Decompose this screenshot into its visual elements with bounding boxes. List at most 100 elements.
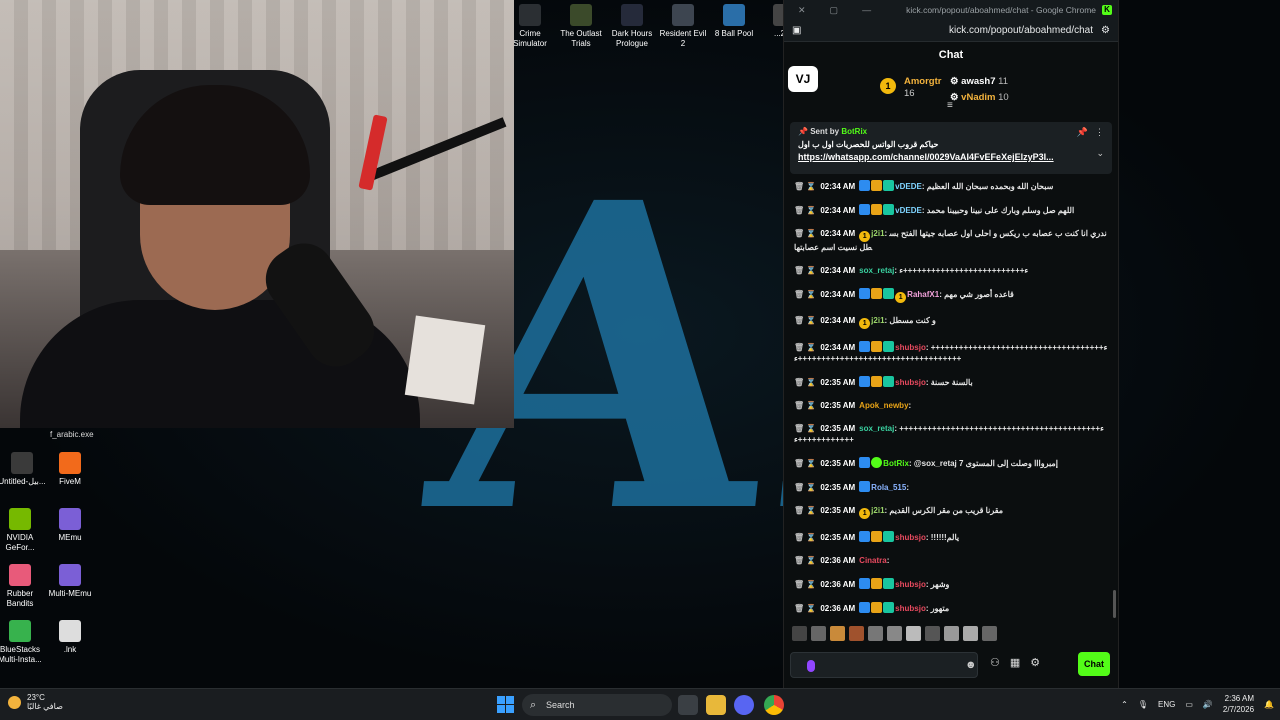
message-username[interactable]: sox_retaj xyxy=(859,266,894,275)
emote-icon[interactable] xyxy=(792,626,807,641)
message-username[interactable]: shubsjo xyxy=(895,533,926,542)
close-icon[interactable]: ✕ xyxy=(798,5,806,16)
desktop-icon[interactable]: Untitled-بيل... xyxy=(0,452,46,487)
mod-tools-icon[interactable]: 🗑 ⌛ xyxy=(794,556,816,565)
discord-icon[interactable] xyxy=(734,695,754,715)
mod-tools-icon[interactable]: 🗑 ⌛ xyxy=(794,459,816,468)
emote-icon[interactable] xyxy=(982,626,997,641)
send-chat-button[interactable]: Chat xyxy=(1078,652,1110,676)
vj-logo-icon[interactable]: VJ xyxy=(788,66,818,92)
chat-input[interactable]: ☻ xyxy=(790,652,978,678)
weather-widget[interactable]: 23°C صافي غالبًا xyxy=(8,693,63,711)
chat-message[interactable]: 🗑 ⌛ 02:36 AM shubsjo: وشهر xyxy=(794,578,1108,590)
chevron-up-icon[interactable]: ⌃ xyxy=(1121,700,1128,709)
mod-tools-icon[interactable]: 🗑 ⌛ xyxy=(794,604,816,613)
message-username[interactable]: shubsjo xyxy=(895,343,926,352)
message-username[interactable]: j2i1 xyxy=(871,506,884,515)
mod-tools-icon[interactable]: 🗑 ⌛ xyxy=(794,424,816,433)
settings-icon[interactable]: ⚙ xyxy=(1030,656,1040,669)
emote-icon[interactable] xyxy=(944,626,959,641)
windows-start-icon[interactable] xyxy=(497,696,514,713)
chat-message[interactable]: 🗑 ⌛ 02:34 AM shubsjo: ء+++++++++++++++++++… xyxy=(794,341,1108,364)
chrome-icon[interactable] xyxy=(764,695,784,715)
maximize-icon[interactable]: ▢ xyxy=(830,5,839,16)
notification-bell-icon[interactable]: 🔔 xyxy=(1264,700,1274,709)
emote-icon[interactable] xyxy=(811,626,826,641)
desktop-icon[interactable]: Dark Hours Prologue xyxy=(608,4,656,49)
message-username[interactable]: Rola_515 xyxy=(871,483,906,492)
emote-icon[interactable] xyxy=(963,626,978,641)
emote-icon[interactable] xyxy=(906,626,921,641)
emoji-icon[interactable]: ☻ xyxy=(965,659,977,671)
chat-message[interactable]: 🗑 ⌛ 02:35 AM sox_retaj: ء+++++++++++++++++… xyxy=(794,423,1108,445)
message-username[interactable]: Cinatra xyxy=(859,556,887,565)
chat-message[interactable]: 🗑 ⌛ 02:35 AM 1 j2i1: مقرنا قريب من مقر الكر… xyxy=(794,505,1108,519)
pinned-message[interactable]: 📌 Sent by BotRix حياكم قروب الواتس للحصر… xyxy=(790,122,1112,174)
chat-message[interactable]: 🗑 ⌛ 02:35 AM shubsjo: بالسنة حسنة xyxy=(794,376,1108,388)
url-text[interactable]: kick.com/popout/aboahmed/chat xyxy=(949,25,1093,36)
desktop-icon[interactable]: Resident Evil 2 xyxy=(659,4,707,49)
mod-tools-icon[interactable]: 🗑 ⌛ xyxy=(794,506,816,515)
gifter-3[interactable]: ⚙ vNadim 10 xyxy=(950,92,1009,103)
tune-icon[interactable]: ⚙ xyxy=(1101,25,1110,36)
site-info-icon[interactable]: ▣ xyxy=(792,25,801,36)
chat-message[interactable]: 🗑 ⌛ 02:35 AM Apok_newby: xyxy=(794,400,1108,411)
message-username[interactable]: shubsjo xyxy=(895,580,926,589)
message-username[interactable]: BotRix xyxy=(883,459,909,468)
mod-tools-icon[interactable]: 🗑 ⌛ xyxy=(794,290,816,299)
emote-icon[interactable] xyxy=(887,626,902,641)
mic-icon[interactable] xyxy=(807,660,815,672)
desktop-icon[interactable]: MEmu xyxy=(46,508,94,543)
desktop-icon[interactable]: BlueStacks Multi-Insta... xyxy=(0,620,44,665)
unpin-icon[interactable]: 📌 xyxy=(1077,127,1088,138)
mod-tools-icon[interactable]: 🗑 ⌛ xyxy=(794,580,816,589)
collapse-icon[interactable]: ≡ xyxy=(947,100,953,111)
taskbar-search[interactable]: ⌕ Search xyxy=(522,694,672,716)
message-username[interactable]: RahafX1 xyxy=(907,290,939,299)
mod-tools-icon[interactable]: 🗑 ⌛ xyxy=(794,378,816,387)
chat-message[interactable]: 🗑 ⌛ 02:34 AM vDEDE: سبحان الله وبحمده سبحا… xyxy=(794,180,1108,192)
message-username[interactable]: vDEDE xyxy=(895,206,922,215)
desktop-icon[interactable]: Multi-MEmu xyxy=(46,564,94,599)
microphone-tray-icon[interactable]: 🎙 xyxy=(1138,700,1148,709)
chat-message[interactable]: 🗑 ⌛ 02:36 AM shubsjo: متهور xyxy=(794,602,1108,614)
chat-message[interactable]: 🗑 ⌛ 02:34 AM vDEDE: اللهم صل وسلم وبارك عل… xyxy=(794,204,1108,216)
desktop-icon[interactable]: 8 Ball Pool xyxy=(710,4,758,39)
desktop-icon[interactable]: NVIDIA GeFor... xyxy=(0,508,44,553)
mod-tools-icon[interactable]: 🗑 ⌛ xyxy=(794,533,816,542)
chat-scrollbar[interactable] xyxy=(1113,590,1116,618)
store-icon[interactable]: ▦ xyxy=(1010,656,1020,669)
gifter-1[interactable]: 1 Amorgtr 16 xyxy=(880,76,941,99)
clock[interactable]: 2:36 AM 2/7/2026 xyxy=(1223,693,1254,715)
message-username[interactable]: shubsjo xyxy=(895,378,926,387)
more-options-icon[interactable]: ⋮ xyxy=(1095,127,1104,138)
emote-icon[interactable] xyxy=(868,626,883,641)
desktop-icon[interactable]: Rubber Bandits xyxy=(0,564,44,609)
chat-message[interactable]: 🗑 ⌛ 02:35 AM shubsjo: !!!!!!يالم xyxy=(794,531,1108,543)
task-view-icon[interactable] xyxy=(678,695,698,715)
emote-icon[interactable] xyxy=(849,626,864,641)
message-username[interactable]: j2i1 xyxy=(871,316,884,325)
desktop-icon[interactable]: The Outlast Trials xyxy=(557,4,605,49)
minimize-icon[interactable]: — xyxy=(862,5,871,16)
language-indicator[interactable]: ENG xyxy=(1158,700,1175,709)
mod-tools-icon[interactable]: 🗑 ⌛ xyxy=(794,316,816,325)
emote-icon[interactable] xyxy=(925,626,940,641)
message-username[interactable]: j2i1 xyxy=(871,229,884,238)
file-explorer-icon[interactable] xyxy=(706,695,726,715)
mod-tools-icon[interactable]: 🗑 ⌛ xyxy=(794,483,816,492)
mod-tools-icon[interactable]: 🗑 ⌛ xyxy=(794,401,816,410)
chat-message[interactable]: 🗑 ⌛ 02:35 AM BotRix: @sox_retaj إمبروااا و… xyxy=(794,457,1108,469)
chat-message[interactable]: 🗑 ⌛ 02:34 AM sox_retaj: ء+++++++++++++++++… xyxy=(794,265,1108,276)
desktop-file-label[interactable]: f_arabic.exe xyxy=(50,430,94,439)
volume-icon[interactable]: 🔊 xyxy=(1203,700,1213,709)
message-username[interactable]: shubsjo xyxy=(895,604,926,613)
chat-message[interactable]: 🗑 ⌛ 02:34 AM 1 j2i1: و كنت مسطل xyxy=(794,315,1108,329)
message-username[interactable]: Apok_newby xyxy=(859,401,908,410)
mod-tools-icon[interactable]: 🗑 ⌛ xyxy=(794,266,816,275)
gifter-2[interactable]: ⚙ awash7 11 xyxy=(950,76,1008,87)
mod-tools-icon[interactable]: 🗑 ⌛ xyxy=(794,206,816,215)
display-icon[interactable]: ▭ xyxy=(1185,700,1193,709)
chevron-down-icon[interactable]: ⌄ xyxy=(1096,148,1104,159)
mod-tools-icon[interactable]: 🗑 ⌛ xyxy=(794,182,816,191)
